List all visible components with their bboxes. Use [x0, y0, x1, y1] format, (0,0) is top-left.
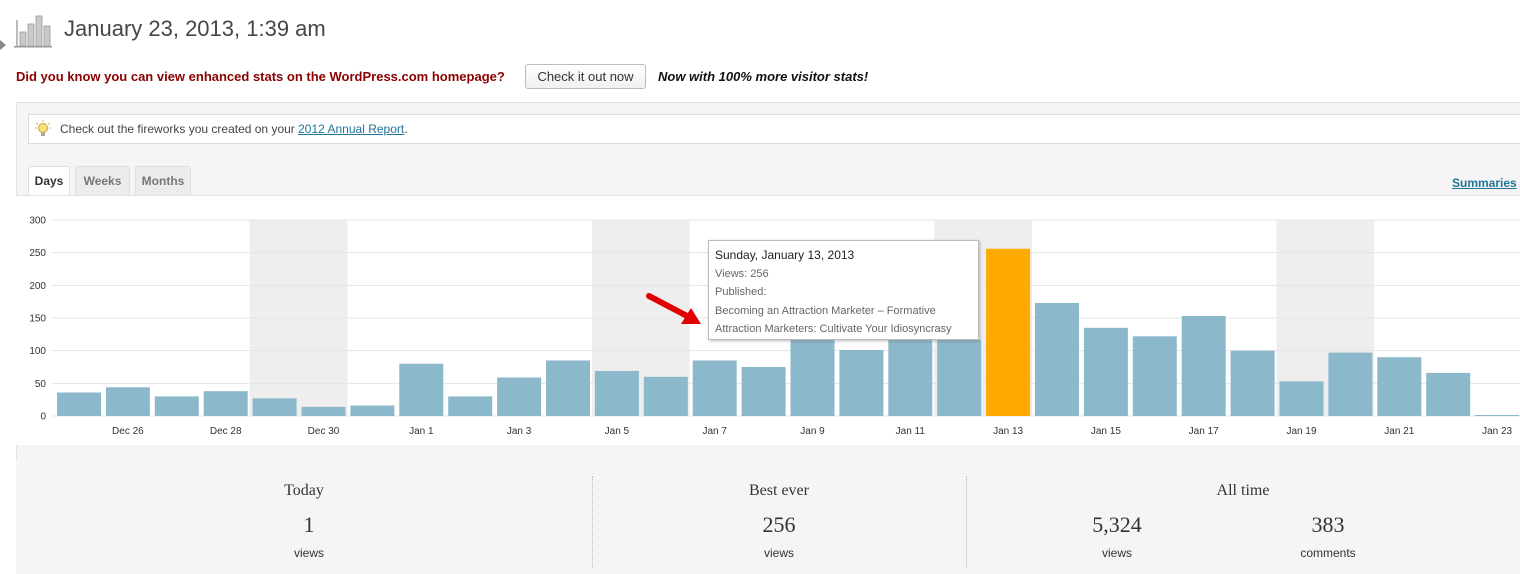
tab-weeks[interactable]: Weeks: [75, 166, 130, 195]
bar[interactable]: [399, 363, 444, 416]
bar[interactable]: [301, 406, 346, 416]
summaries-link[interactable]: Summaries: [1452, 176, 1517, 190]
x-tick-label: Dec 28: [210, 426, 242, 437]
annual-report-notice: Check out the fireworks you created on y…: [28, 114, 1520, 144]
tab-days[interactable]: Days: [28, 166, 70, 196]
summary-all-time-comments-value: 383: [1311, 512, 1345, 537]
x-tick-label: Jan 21: [1384, 426, 1414, 437]
x-tick-label: Jan 3: [507, 426, 532, 437]
bar[interactable]: [1377, 357, 1422, 416]
bar[interactable]: [1279, 381, 1324, 416]
x-tick-label: Jan 5: [605, 426, 630, 437]
y-tick-label: 200: [29, 281, 46, 292]
bar[interactable]: [546, 360, 590, 416]
summary-today-title: Today: [284, 482, 324, 499]
page-title: January 23, 2013, 1:39 am: [64, 16, 326, 41]
bar[interactable]: [1132, 336, 1177, 416]
bar[interactable]: [1328, 352, 1373, 416]
stats-summary: Today 1 views Best ever 256 views All ti…: [16, 460, 1520, 574]
y-tick-label: 50: [35, 379, 47, 390]
check-it-out-button[interactable]: Check it out now: [525, 64, 646, 89]
summary-best-title: Best ever: [749, 482, 809, 499]
bar[interactable]: [888, 340, 933, 416]
page-header: January 23, 2013, 1:39 am: [0, 8, 1520, 48]
bar[interactable]: [105, 387, 150, 416]
x-tick-label: Jan 1: [409, 426, 434, 437]
red-arrow-icon: [646, 293, 701, 324]
bar[interactable]: [154, 396, 199, 416]
bar[interactable]: [839, 350, 884, 416]
bar[interactable]: [1426, 372, 1471, 416]
bar[interactable]: [643, 376, 688, 416]
bar[interactable]: [350, 405, 395, 416]
bar[interactable]: [692, 360, 737, 416]
x-tick-label: Jan 15: [1091, 426, 1121, 437]
summary-best-value: 256: [762, 512, 796, 537]
bar[interactable]: [203, 391, 248, 416]
tooltip-date: Sunday, January 13, 2013: [715, 248, 855, 262]
tooltip-post: Becoming an Attraction Marketer – Format…: [715, 304, 936, 317]
bar[interactable]: [252, 398, 297, 416]
promo-text: Did you know you can view enhanced stats…: [16, 69, 505, 84]
bar[interactable]: [1181, 316, 1226, 416]
y-tick-label: 100: [29, 346, 46, 357]
summary-all-time-title: All time: [1216, 482, 1270, 499]
y-tick-label: 0: [40, 412, 46, 423]
bar[interactable]: [790, 340, 835, 416]
x-tick-label: Jan 17: [1189, 426, 1219, 437]
x-tick-label: Jan 19: [1286, 426, 1316, 437]
summary-all-time-views-value: 5,324: [1092, 512, 1142, 537]
bar[interactable]: [937, 340, 982, 416]
summary-today-value: 1: [303, 512, 315, 537]
x-tick-label: Jan 13: [993, 426, 1023, 437]
bar[interactable]: [741, 367, 786, 416]
bar[interactable]: [594, 370, 639, 416]
bar[interactable]: [57, 392, 101, 416]
bar[interactable]: [497, 377, 542, 416]
chart-tooltip: Sunday, January 13, 2013 Views: 256 Publ…: [708, 240, 979, 340]
lightbulb-icon: [35, 120, 51, 136]
tab-months[interactable]: Months: [135, 166, 191, 195]
annual-report-link[interactable]: 2012 Annual Report: [298, 122, 404, 136]
summary-best-label: views: [763, 546, 794, 560]
tooltip-views: Views: 256: [715, 267, 769, 280]
tooltip-post: Attraction Marketers: Cultivate Your Idi…: [715, 323, 952, 335]
y-tick-label: 300: [29, 216, 46, 227]
bar[interactable]: [448, 396, 493, 416]
bar[interactable]: [1083, 327, 1128, 416]
bar[interactable]: [1475, 415, 1520, 416]
bar-highlighted[interactable]: [986, 248, 1031, 416]
tooltip-published-label: Published:: [715, 286, 767, 298]
x-tick-label: Jan 11: [896, 426, 926, 437]
y-tick-label: 250: [29, 248, 46, 259]
bar-chart-icon: [14, 15, 52, 48]
summary-today-label: views: [293, 546, 324, 560]
x-tick-label: Dec 30: [308, 426, 340, 437]
summary-all-time-comments-label: comments: [1300, 546, 1356, 560]
bar[interactable]: [1035, 302, 1079, 416]
promo-bar: Did you know you can view enhanced stats…: [16, 64, 1516, 90]
bar[interactable]: [1230, 350, 1275, 416]
y-tick-label: 150: [29, 314, 46, 325]
x-tick-label: Jan 23: [1482, 426, 1512, 437]
summary-all-time-views-label: views: [1101, 546, 1132, 560]
notice-text: Check out the fireworks you created on y…: [60, 122, 408, 136]
promo-note: Now with 100% more visitor stats!: [658, 69, 869, 84]
x-tick-label: Dec 26: [112, 426, 144, 437]
x-tick-label: Jan 7: [702, 426, 727, 437]
x-tick-label: Jan 9: [800, 426, 825, 437]
